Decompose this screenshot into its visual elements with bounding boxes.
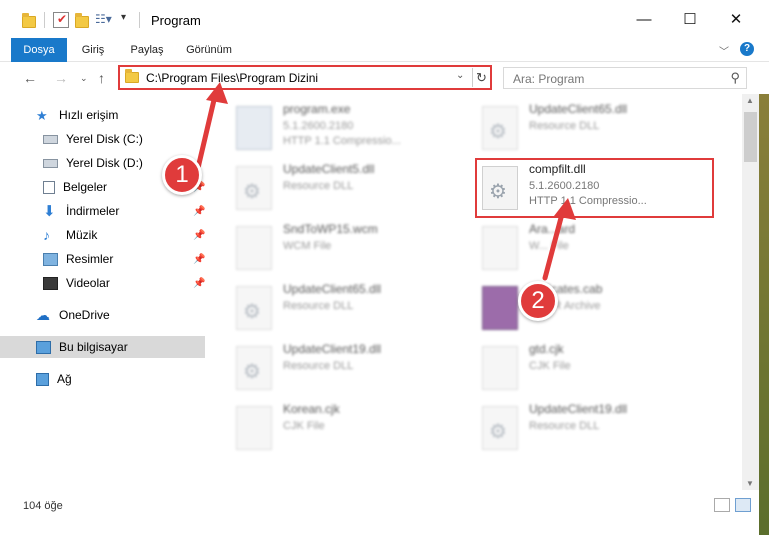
annotation-arrows [195,82,576,281]
annotation-badge-1: 1 [162,155,202,195]
arrow-2-shaft [542,211,565,281]
arrow-1-head [206,82,228,104]
annotation-badge-2: 2 [518,281,558,321]
arrow-2-head [554,198,576,220]
arrow-1-shaft [195,97,217,171]
